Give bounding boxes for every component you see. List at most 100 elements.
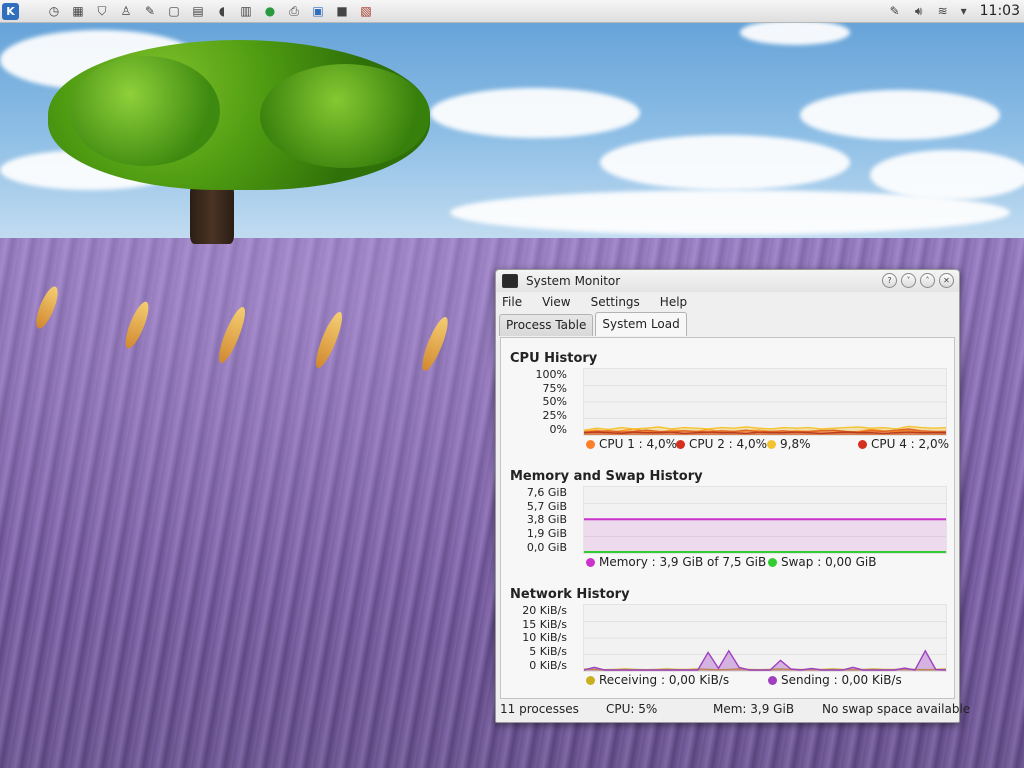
mouse-icon[interactable]: ◖ [215,4,229,18]
clock[interactable]: 11:03 [980,3,1020,19]
quick-launch-bar: ◷ ▦ ⛉ ♙ ✎ ▢ ▤ ◖ ▥ ● ⎙ ▣ ■ ▧ [47,4,373,19]
memory-history-plot [583,486,947,554]
network-history-plot [583,604,947,672]
minimize-button[interactable]: ˅ [901,273,916,288]
series-area-memory [584,519,946,553]
document-icon[interactable]: ▢ [167,4,181,18]
tab-bar: Process Table System Load [499,312,959,336]
menu-help[interactable]: Help [658,295,689,309]
pen-icon[interactable]: ✎ [143,4,157,18]
window-title: System Monitor [526,274,621,288]
cpu4-legend-dot [858,439,867,449]
wifi-icon[interactable]: ≋ [936,4,950,18]
cpu-tick: 100% [535,368,567,381]
user-icon[interactable]: ♙ [119,4,133,18]
memory-legend-dot [586,557,595,567]
monitor-icon[interactable]: ▣ [311,4,325,18]
cloud [870,150,1024,200]
network-history-title: Network History [510,587,630,602]
help-button[interactable]: ? [882,273,897,288]
status-mem: Mem: 3,9 GiB [713,702,795,716]
menu-view[interactable]: View [540,295,572,309]
cpu-history-title: CPU History [510,351,598,366]
status-swap: No swap space available [822,702,971,716]
notes-icon[interactable]: ✎ [888,4,902,18]
network-tick: 0 KiB/s [529,659,567,672]
cpu-history-plot [583,368,947,436]
receiving-legend-label: Receiving : 0,00 KiB/s [599,673,730,687]
sending-legend-label: Sending : 0,00 KiB/s [781,673,902,687]
calendar-icon[interactable]: ▦ [71,4,85,18]
memory-legend: Memory : 3,9 GiB of 7,5 GiB [586,555,766,569]
folder-icon[interactable]: ▤ [191,4,205,18]
volume-icon[interactable]: 🔊︎ [912,4,926,18]
memory-tick: 0,0 GiB [526,541,567,554]
archive-icon[interactable]: ▧ [359,4,373,18]
cpu-legend-3: 9,8% [767,437,811,451]
memory-tick: 7,6 GiB [526,486,567,499]
window-titlebar[interactable]: System Monitor ? ˅ ˄ ✕ [496,270,959,292]
network-tick: 5 KiB/s [529,645,567,658]
menu-bar: File View Settings Help [496,292,959,312]
network-history-svg [584,621,946,671]
terminal-icon[interactable]: ■ [335,4,349,18]
cloud [600,135,850,190]
shield-icon[interactable]: ⛉ [95,4,109,18]
sending-legend: Sending : 0,00 KiB/s [768,673,902,687]
status-processes: 11 processes [500,702,579,716]
application-launcher-icon[interactable]: K [2,2,19,20]
network-tick: 20 KiB/s [522,604,567,617]
menu-settings[interactable]: Settings [589,295,642,309]
globe-icon[interactable]: ● [263,4,277,18]
book-icon[interactable]: ▥ [239,4,253,18]
maximize-button[interactable]: ˄ [920,273,935,288]
series-line-sending [584,649,946,671]
cpu-legend-2: CPU 2 : 4,0% [676,437,767,451]
top-panel: K ◷ ▦ ⛉ ♙ ✎ ▢ ▤ ◖ ▥ ● ⎙ ▣ ■ ▧ ✎ 🔊︎ ≋ ▾ 1… [0,0,1024,23]
memory-tick: 1,9 GiB [526,527,567,540]
cpu-tick: 50% [542,395,567,408]
menu-file[interactable]: File [500,295,524,309]
sending-legend-dot [768,675,777,685]
cloud [450,190,1010,235]
series-area-sending [584,650,946,671]
printer-icon[interactable]: ⎙ [287,4,301,18]
receiving-legend: Receiving : 0,00 KiB/s [586,673,729,687]
clock-icon[interactable]: ◷ [47,4,61,18]
memory-tick: 3,8 GiB [526,513,567,526]
tab-process-table[interactable]: Process Table [499,314,594,336]
tree-canopy [70,56,220,166]
tab-system-load[interactable]: System Load [595,312,687,336]
swap-legend: Swap : 0,00 GiB [768,555,876,569]
cpu-tick: 0% [549,423,567,436]
arrow-down-icon[interactable]: ▾ [960,4,968,18]
system-monitor-icon [502,274,518,288]
memory-history-title: Memory and Swap History [510,469,703,484]
cpu-history-svg [584,385,946,435]
cpu-legend-4: CPU 4 : 2,0% [858,437,949,451]
status-bar: 11 processes CPU: 5% Mem: 3,9 GiB No swa… [496,700,970,720]
cpu3-legend-dot [767,439,776,449]
cloud [740,20,850,45]
cloud [430,88,640,138]
cpu2-legend-label: CPU 2 : 4,0% [689,437,768,451]
memory-legend-label: Memory : 3,9 GiB of 7,5 GiB [599,555,767,569]
cpu2-legend-dot [676,439,685,449]
cpu-legend-1: CPU 1 : 4,0% [586,437,677,451]
swap-legend-label: Swap : 0,00 GiB [781,555,877,569]
network-tick: 15 KiB/s [522,618,567,631]
cloud [800,90,1000,140]
system-load-panel: CPU History 100% 75% 50% 25% 0% CPU 1 : … [500,337,955,699]
memory-tick: 5,7 GiB [526,500,567,513]
window-buttons: ? ˅ ˄ ✕ [882,273,954,288]
system-monitor-window: System Monitor ? ˅ ˄ ✕ File View Setting… [495,269,970,723]
network-tick: 10 KiB/s [522,631,567,644]
cpu-tick: 75% [542,382,567,395]
status-cpu: CPU: 5% [606,702,658,716]
system-tray: ✎ 🔊︎ ≋ ▾ 11:03 [888,0,1020,22]
close-button[interactable]: ✕ [939,273,954,288]
cpu1-legend-dot [586,439,595,449]
receiving-legend-dot [586,675,595,685]
cpu4-legend-label: CPU 4 : 2,0% [871,437,950,451]
cpu-tick: 25% [542,409,567,422]
